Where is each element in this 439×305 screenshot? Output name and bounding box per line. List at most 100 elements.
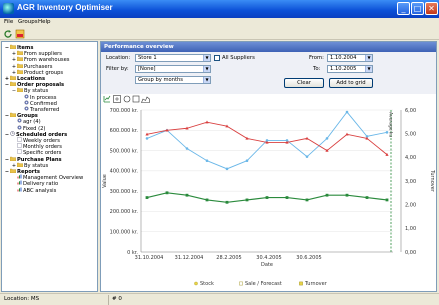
x-tick-label: 30.6.2005 [296, 255, 321, 261]
zoom-box-icon[interactable] [132, 95, 140, 103]
location-value: Store 1 [138, 55, 157, 61]
performance-overview-panel: Performance overview Location: Store 1 ▼… [100, 41, 437, 292]
maximize-button[interactable]: □ [411, 2, 424, 15]
y2-axis-label: Turnover [429, 169, 435, 193]
chart-toolbar [101, 94, 436, 104]
chevron-down-icon[interactable]: ▼ [365, 66, 372, 72]
turnover-point [345, 193, 349, 197]
to-label: To: [313, 66, 321, 72]
average-annotation: Average ku [388, 112, 394, 137]
report-icon[interactable] [15, 29, 25, 39]
turnover-point [265, 196, 269, 199]
minimize-button[interactable]: _ [397, 2, 410, 15]
add-to-grid-button[interactable]: Add to grid [329, 78, 373, 88]
sale-point [345, 132, 349, 136]
series-line-1 [146, 121, 388, 155]
turnover-point [145, 196, 149, 199]
table-view-icon[interactable] [113, 95, 121, 103]
chevron-down-icon[interactable]: ▼ [203, 77, 210, 83]
tree-item-label: ABC analysis [23, 187, 57, 194]
filter-value: [None] [138, 66, 156, 72]
title-bar: AGR Inventory Optimiser _ □ ✕ [0, 0, 439, 18]
y-tick-label: 600.000 kr. [110, 128, 139, 134]
y-tick-label: 200.000 kr. [110, 209, 139, 215]
stock-point [345, 110, 349, 114]
to-date-value: 1.10.2005 [330, 66, 357, 72]
y-tick-label: 400.000 kr. [110, 169, 139, 175]
stock-point [325, 137, 329, 140]
chart-icon [17, 187, 22, 194]
y2-tick-label: 6,00 [405, 108, 416, 114]
turnover-point [305, 198, 309, 202]
status-location: Location: MS [4, 296, 40, 302]
stock-point [385, 131, 389, 134]
legend-marker-1 [239, 281, 243, 286]
menu-file[interactable]: File [4, 19, 13, 25]
stock-point [185, 147, 189, 150]
stock-point [305, 155, 309, 158]
x-tick-label: 31.10.2004 [135, 255, 164, 261]
turnover-point [325, 193, 329, 197]
legend-stock-marker [194, 281, 198, 286]
y2-tick-label: 5,00 [405, 131, 416, 137]
stock-point [145, 137, 149, 140]
x-tick-label: 31.12.2004 [175, 255, 204, 261]
from-date-field[interactable]: 1.10.2004 ▼ [327, 54, 373, 62]
turnover-point [245, 198, 249, 202]
group-by-value: Group by months [138, 77, 183, 83]
panel-title: Performance overview [101, 42, 436, 52]
to-date-field[interactable]: 1.10.2005 ▼ [327, 65, 373, 73]
location-label: Location: [106, 55, 131, 61]
y2-tick-label: 4,00 [405, 155, 416, 161]
x-tick-label: 30.4.2005 [256, 255, 281, 261]
chart-type-icon[interactable] [103, 95, 111, 103]
turnover-point [365, 196, 369, 199]
y2-tick-label: 3,00 [405, 179, 416, 185]
y-tick-label: 700.000 kr. [110, 108, 139, 114]
tree-item[interactable]: ABC analysis [11, 187, 56, 194]
filter-controls: Location: Store 1 ▼ All Suppliers Filter… [101, 52, 436, 94]
turnover-point [285, 196, 289, 199]
reset-zoom-icon[interactable] [123, 95, 131, 103]
status-separator [108, 295, 109, 305]
sale-point [205, 120, 209, 124]
menu-bar: File Groups Help [0, 18, 439, 28]
y2-tick-label: 0,00 [405, 250, 416, 256]
from-date-value: 1.10.2004 [330, 55, 357, 61]
y-tick-label: 100.000 kr. [110, 230, 139, 236]
window-title: AGR Inventory Optimiser [17, 3, 113, 12]
turnover-point [225, 200, 229, 204]
menu-groups[interactable]: Groups [18, 19, 38, 25]
legend-label: Sale / Forecast [245, 281, 282, 287]
filter-label: Filter by: [106, 66, 129, 72]
y-tick-label: 500.000 kr. [110, 148, 139, 154]
stock-point [245, 159, 249, 163]
location-select[interactable]: Store 1 ▼ [135, 54, 211, 62]
turnover-point [165, 191, 169, 195]
y-axis-label: Value [102, 174, 108, 188]
turnover-point [185, 193, 189, 197]
refresh-icon[interactable] [3, 29, 13, 39]
all-suppliers-checkbox[interactable] [214, 55, 220, 61]
clear-button[interactable]: Clear [284, 78, 324, 88]
y-tick-label: 300.000 kr. [110, 189, 139, 195]
chevron-down-icon[interactable]: ▼ [365, 55, 372, 61]
status-bar: Location: MS # 0 [0, 293, 439, 305]
group-by-select[interactable]: Group by months ▼ [135, 76, 211, 84]
legend-label: Stock [200, 281, 214, 287]
toolbar [0, 28, 439, 40]
from-label: From: [309, 55, 324, 61]
stock-point [225, 167, 229, 171]
area-chart-icon[interactable] [141, 95, 150, 103]
y2-tick-label: 1,00 [405, 226, 416, 232]
filter-select[interactable]: [None] ▼ [135, 65, 211, 73]
turnover-point [205, 198, 209, 202]
all-suppliers-label: All Suppliers [222, 55, 255, 61]
chevron-down-icon[interactable]: ▼ [203, 55, 210, 61]
stock-point [205, 159, 209, 163]
chevron-down-icon[interactable]: ▼ [203, 66, 210, 72]
menu-help[interactable]: Help [38, 19, 51, 25]
close-button[interactable]: ✕ [425, 2, 438, 15]
status-count: # 0 [112, 296, 122, 302]
sale-point [305, 136, 309, 140]
